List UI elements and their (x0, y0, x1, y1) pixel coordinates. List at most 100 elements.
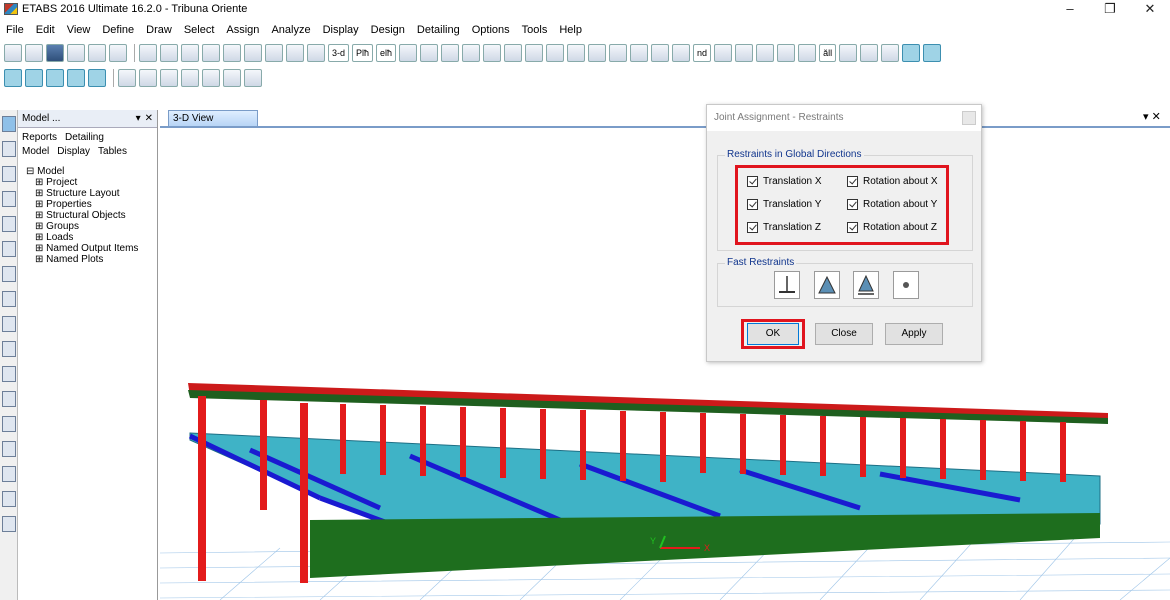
draw-curve-icon[interactable] (2, 516, 16, 532)
draw-brace-tool-icon[interactable] (2, 241, 16, 257)
draw-grid-icon[interactable] (2, 466, 16, 482)
move-down-icon[interactable] (462, 44, 481, 62)
select-nd-button[interactable]: nd (693, 44, 712, 62)
zoom-window-icon[interactable] (181, 44, 199, 62)
menu-analyze[interactable]: Analyze (271, 24, 310, 36)
draw-reference-icon[interactable] (2, 416, 16, 432)
tree-item-loads[interactable]: ⊞ Loads (26, 232, 157, 243)
draw-frame-icon[interactable] (2, 191, 16, 207)
display-undeformed-icon[interactable] (483, 44, 502, 62)
menu-edit[interactable]: Edit (36, 24, 55, 36)
restore-button[interactable]: ❐ (1090, 0, 1130, 18)
pinned-support-icon[interactable] (814, 271, 840, 299)
dialog-close-icon[interactable] (962, 111, 976, 125)
display-stories-icon[interactable] (630, 44, 649, 62)
draw-column-tool-icon[interactable] (2, 216, 16, 232)
draw-joint-icon[interactable] (2, 141, 16, 157)
checkbox-rotation-y[interactable]: Rotation about Y (847, 199, 937, 210)
explorer-title[interactable]: Model ... (22, 113, 60, 124)
select-property-icon[interactable] (777, 44, 796, 62)
draw-dimension-icon[interactable] (223, 69, 241, 87)
tree-item-structure-layout[interactable]: ⊞ Structure Layout (26, 188, 157, 199)
view-options-icon[interactable] (307, 44, 325, 62)
menu-design[interactable]: Design (371, 24, 405, 36)
draw-opening-tool-icon[interactable] (2, 391, 16, 407)
draw-x-brace-icon[interactable] (2, 266, 16, 282)
tab-model[interactable]: Model (22, 146, 49, 160)
draw-wall-tool-icon[interactable] (2, 341, 16, 357)
apply-button[interactable]: Apply (885, 323, 943, 345)
menu-help[interactable]: Help (559, 24, 582, 36)
checkbox-translation-x[interactable]: Translation X (747, 176, 822, 187)
menu-define[interactable]: Define (102, 24, 134, 36)
run-analysis-icon[interactable] (160, 44, 178, 62)
menu-assign[interactable]: Assign (226, 24, 259, 36)
draw-rectangle-icon[interactable] (2, 316, 16, 332)
explorer-pin-icon[interactable]: ▾ (136, 113, 141, 124)
undo-icon[interactable] (67, 44, 85, 62)
display-deformed-icon[interactable] (567, 44, 586, 62)
snap-lines-icon[interactable] (25, 69, 43, 87)
new-model-icon[interactable] (4, 44, 22, 62)
assign-section-icon[interactable] (881, 44, 900, 62)
close-button[interactable]: Close (815, 323, 873, 345)
elevation-view-button[interactable]: elħ (376, 44, 397, 62)
tree-root[interactable]: ⊟ Model (26, 166, 157, 177)
menu-file[interactable]: File (6, 24, 24, 36)
open-model-icon[interactable] (25, 44, 43, 62)
zoom-full-icon[interactable] (244, 44, 262, 62)
menu-detailing[interactable]: Detailing (417, 24, 460, 36)
free-support-icon[interactable] (893, 271, 919, 299)
tree-item-project[interactable]: ⊞ Project (26, 177, 157, 188)
checkbox-rotation-x[interactable]: Rotation about X (847, 176, 938, 187)
select-all-button[interactable]: ăll (819, 44, 837, 62)
checkbox-rotation-z[interactable]: Rotation about Z (847, 222, 937, 233)
display-forces-icon[interactable] (588, 44, 607, 62)
rotate-view-icon[interactable] (399, 44, 418, 62)
menu-view[interactable]: View (67, 24, 91, 36)
lock-icon[interactable] (139, 44, 157, 62)
tab-3d-view[interactable]: 3-D View (168, 110, 258, 127)
tree-item-named-output-items[interactable]: ⊞ Named Output Items (26, 243, 157, 254)
ok-button[interactable]: OK (747, 323, 799, 345)
snap-grid-icon[interactable] (88, 69, 106, 87)
display-frames-icon[interactable] (525, 44, 544, 62)
tree-item-named-plots[interactable]: ⊞ Named Plots (26, 254, 157, 265)
menu-draw[interactable]: Draw (146, 24, 172, 36)
move-up-icon[interactable] (441, 44, 460, 62)
fixed-support-icon[interactable] (774, 271, 800, 299)
display-joints-icon[interactable] (651, 44, 670, 62)
display-shells-icon[interactable] (546, 44, 565, 62)
minimize-button[interactable]: – (1050, 0, 1090, 18)
roller-support-icon[interactable] (853, 271, 879, 299)
assign-diaphragm-icon[interactable] (860, 44, 879, 62)
tree-item-groups[interactable]: ⊞ Groups (26, 221, 157, 232)
display-loads-icon[interactable] (504, 44, 523, 62)
close-window-button[interactable]: ✕ (1130, 0, 1170, 18)
zoom-in-icon[interactable] (202, 44, 220, 62)
draw-section-cut-icon[interactable] (244, 69, 262, 87)
select-group-icon[interactable] (798, 44, 817, 62)
snap-perpendicular-icon[interactable] (67, 69, 85, 87)
tree-item-properties[interactable]: ⊞ Properties (26, 199, 157, 210)
save-icon[interactable] (46, 44, 64, 62)
draw-floor-icon[interactable] (2, 291, 16, 307)
draw-line-icon[interactable] (2, 166, 16, 182)
redo-icon[interactable] (88, 44, 106, 62)
pointer-icon[interactable] (2, 116, 16, 132)
draw-opening-icon[interactable] (202, 69, 220, 87)
menu-select[interactable]: Select (184, 24, 215, 36)
tab-reports[interactable]: Reports (22, 132, 57, 146)
3d-model-canvas[interactable]: X Y (159, 128, 1170, 600)
explorer-close-icon[interactable]: ✕ (145, 113, 153, 124)
pencil-icon[interactable] (109, 44, 127, 62)
checkbox-translation-z[interactable]: Translation Z (747, 222, 821, 233)
draw-beam-icon[interactable] (923, 44, 942, 62)
select-polygon-icon[interactable] (735, 44, 754, 62)
draw-wall-icon[interactable] (160, 69, 178, 87)
snap-intersection-icon[interactable] (46, 69, 64, 87)
zoom-out-icon[interactable] (223, 44, 241, 62)
pan-icon[interactable] (286, 44, 304, 62)
snap-points-icon[interactable] (4, 69, 22, 87)
display-design-icon[interactable] (609, 44, 628, 62)
